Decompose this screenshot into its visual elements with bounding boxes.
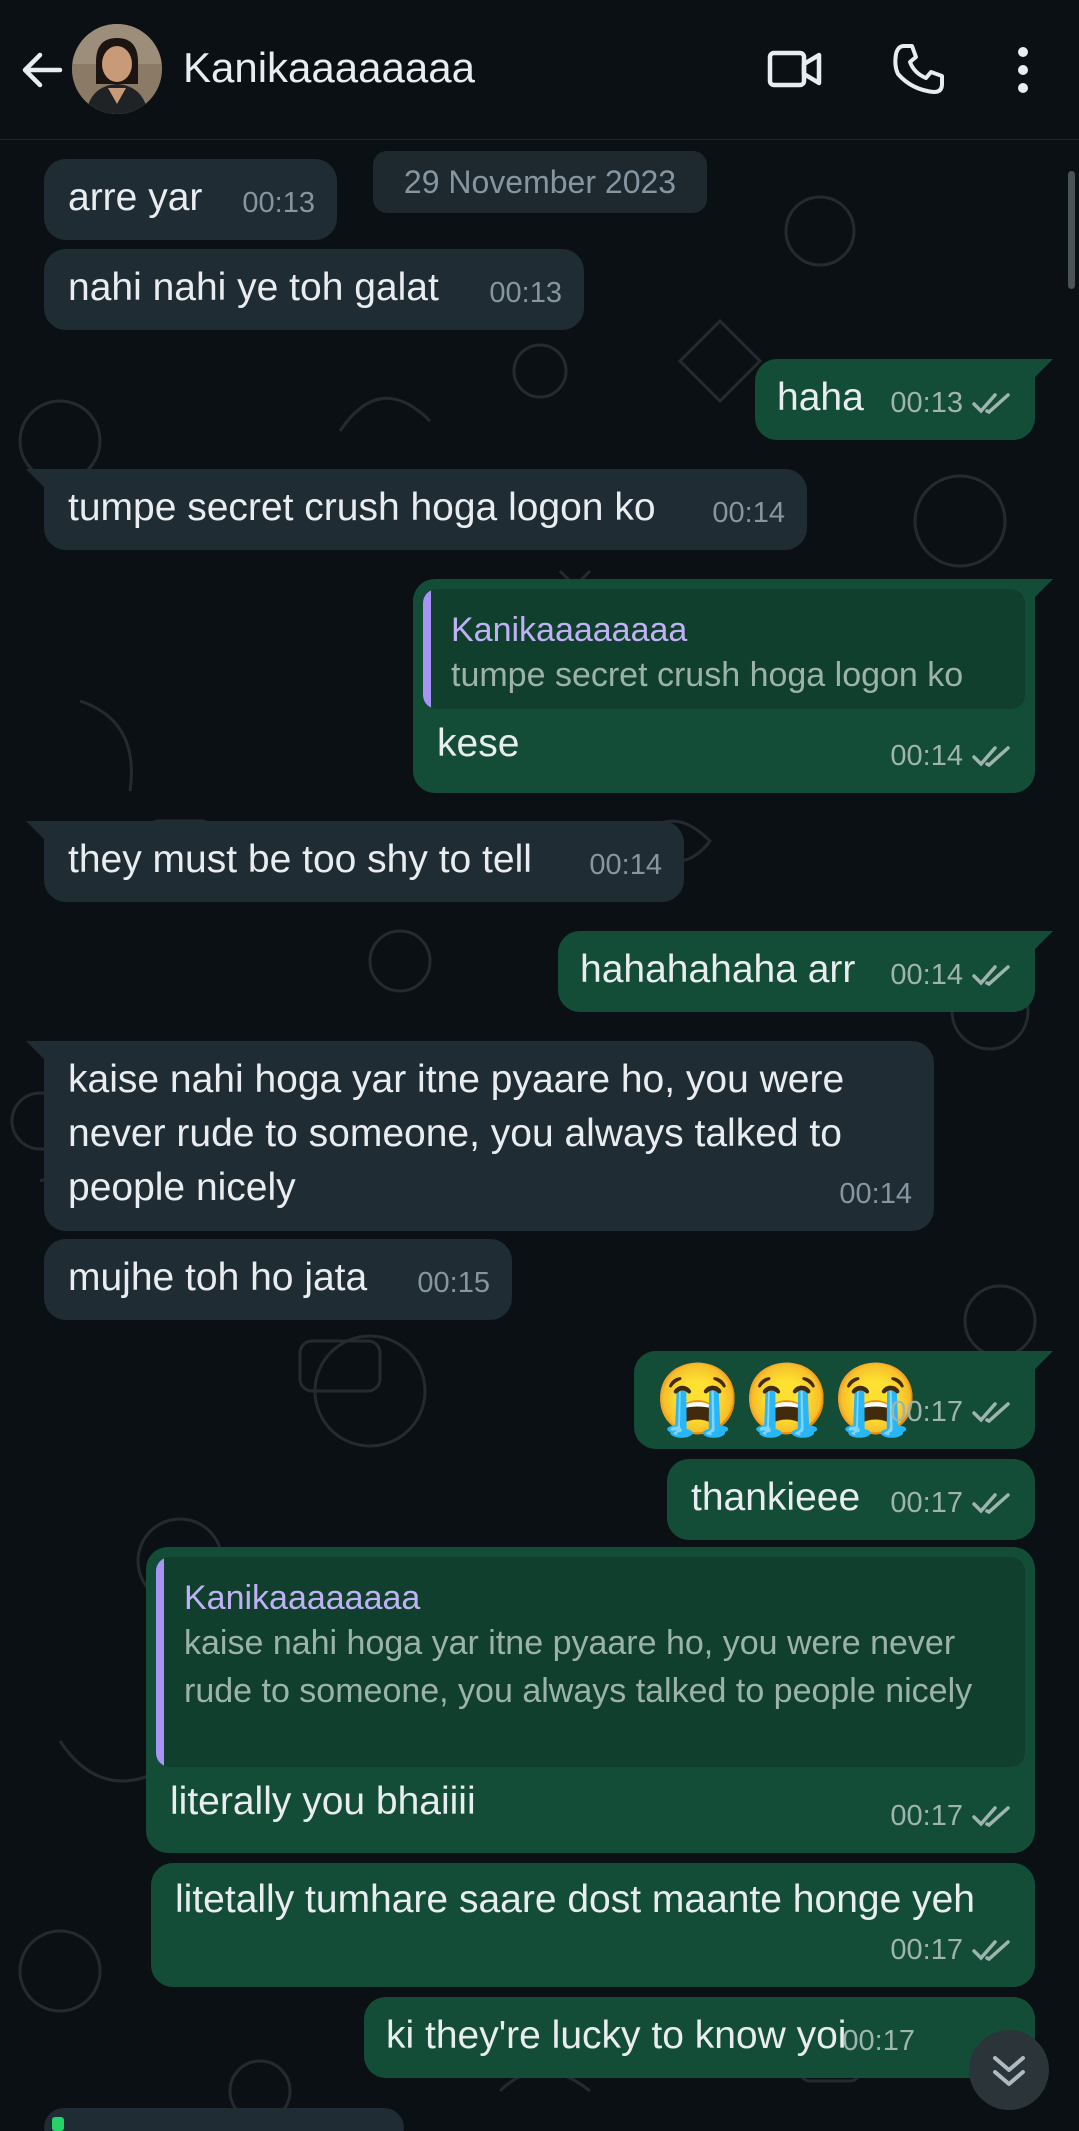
phone-icon[interactable] [888, 40, 948, 100]
message-outgoing-reply[interactable]: Kanikaaaaaaaa tumpe secret crush hoga lo… [413, 579, 1053, 793]
message-time: 00:17 [842, 2025, 915, 2057]
read-ticks-icon [972, 1806, 1010, 1828]
message-incoming[interactable]: tumpe secret crush hoga logon ko 00:14 [26, 469, 807, 550]
quote-accent-bar [156, 1557, 164, 1767]
quote-text: tumpe secret crush hoga logon ko [451, 656, 964, 694]
message-outgoing-reply[interactable]: Kanikaaaaaaaa kaise nahi hoga yar itne p… [146, 1547, 1035, 1853]
unread-indicator [52, 2117, 64, 2131]
message-time: 00:14 [712, 497, 785, 529]
message-meta: 00:14 [890, 948, 1013, 1002]
read-ticks-icon [972, 1402, 1010, 1424]
message-meta: 00:17 [890, 1385, 1013, 1439]
read-ticks-icon [972, 1493, 1010, 1515]
message-time: 00:13 [489, 277, 562, 309]
message-incoming-partial[interactable] [44, 2108, 404, 2131]
message-text: kaise nahi hoga yar itne pyaare ho, you … [68, 1058, 845, 1209]
scrollbar[interactable] [1068, 171, 1075, 289]
message-time: 00:14 [839, 1178, 912, 1210]
chat-area[interactable]: arre yar 00:13 29 November 2023 nahi nah… [0, 141, 1079, 2131]
message-time: 00:15 [417, 1267, 490, 1299]
message-text: tumpe secret crush hoga logon ko [68, 486, 656, 529]
message-outgoing[interactable]: hahahahaha arr 00:14 [558, 931, 1053, 1012]
message-time: 00:17 [890, 1934, 963, 1966]
read-ticks-icon [972, 393, 1010, 415]
message-meta: 00:17 [890, 1789, 1013, 1843]
message-time: 00:17 [890, 1487, 963, 1519]
message-incoming[interactable]: nahi nahi ye toh galat 00:13 [44, 249, 584, 330]
message-text: arre yar [68, 176, 203, 219]
message-meta: 00:13 [890, 376, 1013, 430]
message-meta: 00:13 [242, 176, 315, 230]
message-meta: 00:13 [489, 266, 562, 320]
message-outgoing[interactable]: litetally tumhare saare dost maante hong… [151, 1863, 1035, 1987]
back-arrow-icon[interactable] [16, 44, 68, 96]
avatar[interactable] [72, 24, 162, 114]
read-ticks-icon [972, 1940, 1010, 1962]
quote-author: Kanikaaaaaaaa [184, 1579, 421, 1617]
more-vert-icon[interactable] [1000, 40, 1060, 100]
message-meta: 00:14 [890, 729, 1013, 783]
message-meta: 00:17 [890, 1923, 1013, 1977]
quoted-message[interactable]: Kanikaaaaaaaa kaise nahi hoga yar itne p… [156, 1557, 1025, 1767]
message-text: ki they're lucky to know yoi [386, 2014, 847, 2057]
quoted-message[interactable]: Kanikaaaaaaaa tumpe secret crush hoga lo… [423, 589, 1025, 709]
message-incoming[interactable]: arre yar 00:13 [44, 159, 337, 240]
chat-header: Kanikaaaaaaaa [0, 0, 1079, 140]
message-outgoing[interactable]: haha 00:13 [755, 359, 1053, 440]
message-outgoing[interactable]: 😭😭😭 00:17 [634, 1351, 1053, 1449]
message-time: 00:13 [242, 187, 315, 219]
scroll-to-bottom-button[interactable] [969, 2030, 1049, 2110]
message-text: thankieee [691, 1476, 861, 1519]
quote-author: Kanikaaaaaaaa [451, 611, 688, 649]
message-incoming[interactable]: mujhe toh ho jata 00:15 [44, 1239, 512, 1320]
message-meta: 00:14 [839, 1167, 912, 1221]
message-time: 00:14 [589, 849, 662, 881]
message-text: kese [437, 722, 520, 765]
message-text: literally you bhaiiii [170, 1780, 476, 1823]
message-text: haha [777, 376, 864, 419]
message-incoming[interactable]: kaise nahi hoga yar itne pyaare ho, you … [26, 1041, 934, 1231]
message-meta: 00:15 [417, 1256, 490, 1310]
message-meta: 00:14 [589, 838, 662, 892]
date-chip: 29 November 2023 [373, 151, 707, 213]
message-outgoing[interactable]: ki they're lucky to know yoi 00:17 [364, 1997, 1035, 2078]
message-time: 00:14 [890, 740, 963, 772]
message-time: 00:13 [890, 387, 963, 419]
message-time: 00:17 [890, 1396, 963, 1428]
double-chevron-down-icon [993, 2056, 1025, 2086]
message-text: they must be too shy to tell [68, 838, 532, 881]
message-meta: 00:14 [712, 486, 785, 540]
message-outgoing[interactable]: thankieee 00:17 [667, 1459, 1035, 1540]
message-text: hahahahaha arr [580, 948, 856, 991]
contact-name[interactable]: Kanikaaaaaaaa [183, 44, 475, 92]
message-meta: 00:17 [842, 2014, 915, 2068]
message-time: 00:17 [890, 1800, 963, 1832]
quote-text: kaise nahi hoga yar itne pyaare ho, you … [184, 1624, 973, 1710]
message-meta: 00:17 [890, 1476, 1013, 1530]
video-call-icon[interactable] [765, 40, 825, 100]
message-text: litetally tumhare saare dost maante hong… [175, 1878, 975, 1921]
quote-accent-bar [423, 589, 431, 709]
message-incoming[interactable]: they must be too shy to tell 00:14 [26, 821, 684, 902]
message-time: 00:14 [890, 959, 963, 991]
message-text: nahi nahi ye toh galat [68, 266, 439, 309]
message-text: mujhe toh ho jata [68, 1256, 368, 1299]
read-ticks-icon [972, 746, 1010, 768]
message-emoji: 😭😭😭 [654, 1360, 922, 1438]
read-ticks-icon [972, 965, 1010, 987]
